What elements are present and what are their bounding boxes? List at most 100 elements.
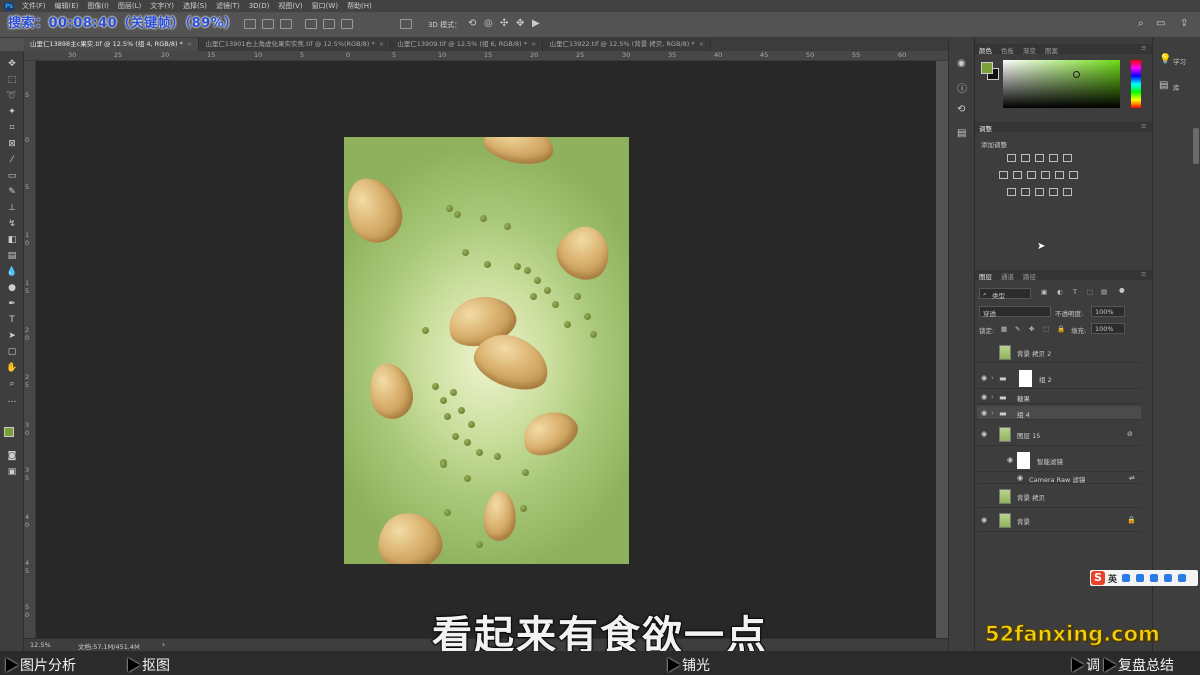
eye-icon[interactable]: ◉ — [981, 409, 987, 417]
search-icon[interactable]: ⌕ — [1138, 18, 1144, 29]
eye-icon[interactable]: ◉ — [981, 430, 987, 438]
posterize-icon[interactable] — [1021, 188, 1030, 196]
lock-artboard-icon[interactable]: ⬚ — [1043, 325, 1049, 333]
photo-filter-icon[interactable] — [1041, 171, 1050, 179]
history-icon[interactable]: ⟲ — [957, 104, 965, 115]
info-icon[interactable]: ⓘ — [957, 80, 967, 95]
align-bottom-icon[interactable] — [341, 19, 353, 29]
vibrance-icon[interactable] — [1063, 154, 1072, 162]
library-label[interactable]: 库 — [1173, 82, 1180, 92]
path-select-tool-icon[interactable]: ➤ — [6, 331, 18, 342]
share-icon[interactable]: ⇪ — [1180, 18, 1188, 29]
3d-pan-icon[interactable]: ✣ — [500, 18, 508, 29]
menu-filter[interactable]: 滤镜(T) — [216, 1, 240, 11]
lock-position-icon[interactable]: ✥ — [1029, 325, 1034, 333]
layer-row[interactable]: ◉ 图层 15 ⊘ — [977, 424, 1141, 446]
lock-pixels-icon[interactable]: ✎ — [1015, 325, 1020, 333]
magic-wand-tool-icon[interactable]: ✦ — [6, 107, 18, 118]
eye-icon[interactable]: ◉ — [981, 374, 987, 382]
filter-adjust-icon[interactable]: ◐ — [1057, 288, 1063, 296]
menu-view[interactable]: 视图(V) — [278, 1, 302, 11]
type-tool-icon[interactable]: T — [6, 315, 18, 326]
healing-brush-icon[interactable]: ▭ — [6, 171, 18, 182]
menu-edit[interactable]: 编辑(E) — [55, 1, 79, 11]
color-panel-icon[interactable]: ◉ — [957, 58, 966, 69]
brush-tool-icon[interactable]: ✎ — [6, 187, 18, 198]
align-top-icon[interactable] — [305, 19, 317, 29]
color-lookup-icon[interactable] — [1069, 171, 1078, 179]
menu-layer[interactable]: 图层(L) — [118, 1, 141, 11]
menu-select[interactable]: 选择(S) — [183, 1, 207, 11]
curves-icon[interactable] — [1035, 154, 1044, 162]
layer-row[interactable]: 背景 拷贝 — [977, 486, 1141, 508]
filter-toggle-icon[interactable]: ● — [1119, 286, 1125, 294]
document-image[interactable] — [344, 137, 629, 564]
eye-icon[interactable]: ◉ — [981, 516, 987, 524]
chapter-item[interactable]: 复盘总结 — [1104, 655, 1174, 675]
layer-row[interactable]: ◉ › ▬ 糖果 — [977, 390, 1141, 404]
menu-3d[interactable]: 3D(D) — [249, 2, 270, 10]
menu-window[interactable]: 窗口(W) — [312, 1, 338, 11]
more-options-icon[interactable] — [400, 19, 412, 29]
tab-document-1[interactable]: 山里仁13898主c果实.tif @ 12.5% (组 4, RGB/8) * × — [24, 38, 200, 51]
tab-document-4[interactable]: 山里仁13922.tif @ 12.5% (背景 拷贝, RGB/8) * × — [543, 38, 712, 51]
ime-skin-icon[interactable] — [1178, 574, 1186, 582]
chapter-item[interactable]: 铺光 — [668, 655, 710, 675]
chevron-right-icon[interactable]: › — [991, 393, 994, 401]
chapter-item[interactable]: 抠图 — [128, 655, 170, 675]
layer-filter-select[interactable]: ⌕ 类型 — [979, 288, 1031, 300]
more-tools-icon[interactable]: … — [6, 395, 18, 406]
filter-type-icon[interactable]: T — [1073, 288, 1077, 296]
gradient-map-icon[interactable] — [1049, 188, 1058, 196]
menu-file[interactable]: 文件(F) — [22, 1, 46, 11]
menu-type[interactable]: 文字(Y) — [150, 1, 174, 11]
quick-mask-icon[interactable]: ◙ — [6, 451, 18, 462]
menu-help[interactable]: 帮助(H) — [347, 1, 372, 11]
library-icon[interactable]: ▤ — [1159, 80, 1168, 91]
screen-mode-icon[interactable]: ▣ — [6, 467, 18, 478]
chevron-right-icon[interactable]: › — [991, 409, 994, 417]
chapter-item[interactable]: 调 — [1072, 655, 1100, 675]
layer-row[interactable]: 背景 拷贝 2 — [977, 342, 1141, 363]
foreground-color-swatch[interactable] — [981, 62, 993, 74]
brightness-icon[interactable] — [1007, 154, 1016, 162]
ruler-horizontal[interactable]: 30 25 20 15 10 5 0 5 10 15 20 25 30 35 4… — [24, 51, 948, 61]
zoom-tool-icon[interactable]: ⌕ — [6, 379, 18, 390]
eraser-tool-icon[interactable]: ◧ — [6, 235, 18, 246]
layer-row[interactable]: ◉ › ▬ 组 4 — [977, 406, 1141, 420]
ruler-vertical[interactable]: 5 0 5 1 0 1 5 2 0 2 5 3 0 3 5 4 0 4 5 5 … — [24, 61, 36, 638]
status-menu-arrow-icon[interactable]: › — [162, 640, 165, 649]
zoom-level[interactable]: 12.5% — [30, 641, 51, 649]
hand-tool-icon[interactable]: ✋ — [6, 363, 18, 374]
selective-color-icon[interactable] — [1063, 188, 1072, 196]
scrollbar[interactable] — [1193, 128, 1199, 164]
ime-toolbar[interactable]: S 英 — [1090, 570, 1198, 586]
pen-tool-icon[interactable]: ✒ — [6, 299, 18, 310]
color-balance-icon[interactable] — [1013, 171, 1022, 179]
3d-slide-icon[interactable]: ✥ — [516, 18, 524, 29]
blur-tool-icon[interactable]: 💧 — [6, 267, 18, 278]
tab-patterns[interactable]: 图案 — [1045, 45, 1058, 55]
fill-input[interactable]: 100% — [1091, 323, 1125, 334]
gradient-tool-icon[interactable]: ▤ — [6, 251, 18, 262]
filter-pixel-icon[interactable]: ▣ — [1041, 288, 1047, 296]
tab-layers[interactable]: 图层 — [979, 271, 992, 281]
eyedropper-tool-icon[interactable]: ⁄ — [6, 155, 18, 166]
close-icon[interactable]: × — [187, 40, 192, 48]
lightbulb-icon[interactable]: 💡 — [1159, 54, 1171, 65]
tab-color[interactable]: 颜色 — [979, 45, 992, 55]
opacity-input[interactable]: 100% — [1091, 306, 1125, 317]
panel-menu-icon[interactable]: ≡ — [1141, 44, 1146, 52]
chapter-item[interactable]: 图片分析 — [6, 655, 76, 675]
color-picker-field[interactable] — [1003, 60, 1120, 108]
ime-language-label[interactable]: 英 — [1108, 572, 1117, 585]
blend-mode-select[interactable]: 穿透 — [979, 306, 1051, 318]
channel-mixer-icon[interactable] — [1055, 171, 1064, 179]
align-center-icon[interactable] — [262, 19, 274, 29]
3d-rotate-icon[interactable]: ⟲ — [468, 18, 476, 29]
3d-roll-icon[interactable]: ◎ — [484, 18, 493, 29]
color-picker-cursor[interactable] — [1073, 71, 1080, 78]
stamp-tool-icon[interactable]: ⊥ — [6, 203, 18, 214]
menu-image[interactable]: 图像(I) — [87, 1, 109, 11]
exposure-icon[interactable] — [1049, 154, 1058, 162]
